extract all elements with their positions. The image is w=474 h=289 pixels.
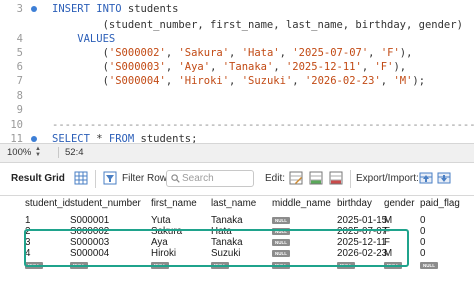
search-input[interactable] xyxy=(182,172,250,185)
sql-string: '2026-02-23' xyxy=(304,75,381,87)
result-grid[interactable]: student_id student_number first_name last_n… xyxy=(0,196,474,289)
zoom-level[interactable]: 100% xyxy=(7,147,31,158)
code-token: , xyxy=(165,75,179,87)
code-token: ( xyxy=(52,75,109,87)
statement-marker-icon xyxy=(31,136,37,142)
column-header[interactable]: birthday xyxy=(337,198,372,209)
table-cell[interactable]: 0 xyxy=(420,226,425,237)
table-cell[interactable]: 0 xyxy=(420,237,425,248)
table-cell[interactable]: M xyxy=(384,215,392,226)
code-token: students; xyxy=(134,133,198,143)
null-badge[interactable]: NULL xyxy=(420,262,438,269)
sql-keyword: INSERT INTO xyxy=(52,3,122,15)
sql-string: 'Hiroki' xyxy=(178,75,230,87)
table-cell[interactable]: 0 xyxy=(420,248,425,259)
column-header[interactable]: first_name xyxy=(151,198,197,209)
sql-string: 'Suzuki' xyxy=(241,75,293,87)
export-icon[interactable] xyxy=(419,171,433,185)
code-token: , xyxy=(380,75,394,87)
table-cell[interactable]: S000001 xyxy=(70,215,109,226)
grid-view-icon[interactable] xyxy=(74,171,88,185)
column-header[interactable]: middle_name xyxy=(272,198,331,209)
filter-icon[interactable] xyxy=(103,171,117,185)
editor-line[interactable]: 11 SELECT * FROM students; xyxy=(0,130,474,143)
edit-label: Edit: xyxy=(265,173,286,184)
code-token: * xyxy=(89,133,109,143)
code-token: students xyxy=(121,3,179,15)
table-cell[interactable]: Yuta xyxy=(151,215,171,226)
zoom-stepper-icon[interactable]: ▲ ▼ xyxy=(34,146,42,159)
column-header[interactable]: student_number xyxy=(70,198,141,209)
search-box[interactable] xyxy=(166,170,254,187)
table-cell[interactable]: 1 xyxy=(25,215,30,226)
result-grid-title[interactable]: Result Grid xyxy=(11,173,65,184)
null-badge[interactable]: NULL xyxy=(272,217,290,224)
statement-marker-icon xyxy=(31,6,37,12)
column-header[interactable]: student_id xyxy=(25,198,70,209)
editor-status-bar: 100% ▲ ▼ 52:4 xyxy=(0,143,474,163)
inserted-rows-highlight xyxy=(24,229,409,267)
sql-keyword: SELECT xyxy=(52,133,90,143)
code-text[interactable]: SELECT * FROM students; xyxy=(52,130,197,143)
sql-keyword: FROM xyxy=(108,133,135,143)
table-cell[interactable]: Tanaka xyxy=(211,215,243,226)
table-cell[interactable]: 2025-01-15 xyxy=(337,215,387,226)
line-number: 11 xyxy=(10,133,23,143)
result-toolbar: Result Grid Filter Rows: Edit: Export/Im… xyxy=(0,163,474,196)
insert-row-icon[interactable] xyxy=(309,171,323,185)
sql-string: 'M' xyxy=(393,75,413,87)
column-header[interactable]: paid_flag xyxy=(420,198,460,209)
code-token: ); xyxy=(412,75,426,87)
search-icon xyxy=(171,174,180,183)
edit-current-row-icon[interactable] xyxy=(289,171,303,185)
cursor-position: 52:4 xyxy=(58,147,84,158)
grid-header-row: student_id student_number first_name last_n… xyxy=(0,196,474,212)
delete-row-icon[interactable] xyxy=(329,171,343,185)
code-token: , xyxy=(229,75,242,87)
column-header[interactable]: gender xyxy=(384,198,415,209)
sql-string: 'S000004' xyxy=(108,75,166,87)
table-cell[interactable]: 0 xyxy=(420,215,425,226)
export-import-label: Export/Import: xyxy=(356,173,419,184)
column-header[interactable]: last_name xyxy=(211,198,256,209)
code-token: , xyxy=(292,75,305,87)
sql-editor[interactable]: 3 INSERT INTO students (student_number, f… xyxy=(0,0,474,143)
import-icon[interactable] xyxy=(437,171,451,185)
